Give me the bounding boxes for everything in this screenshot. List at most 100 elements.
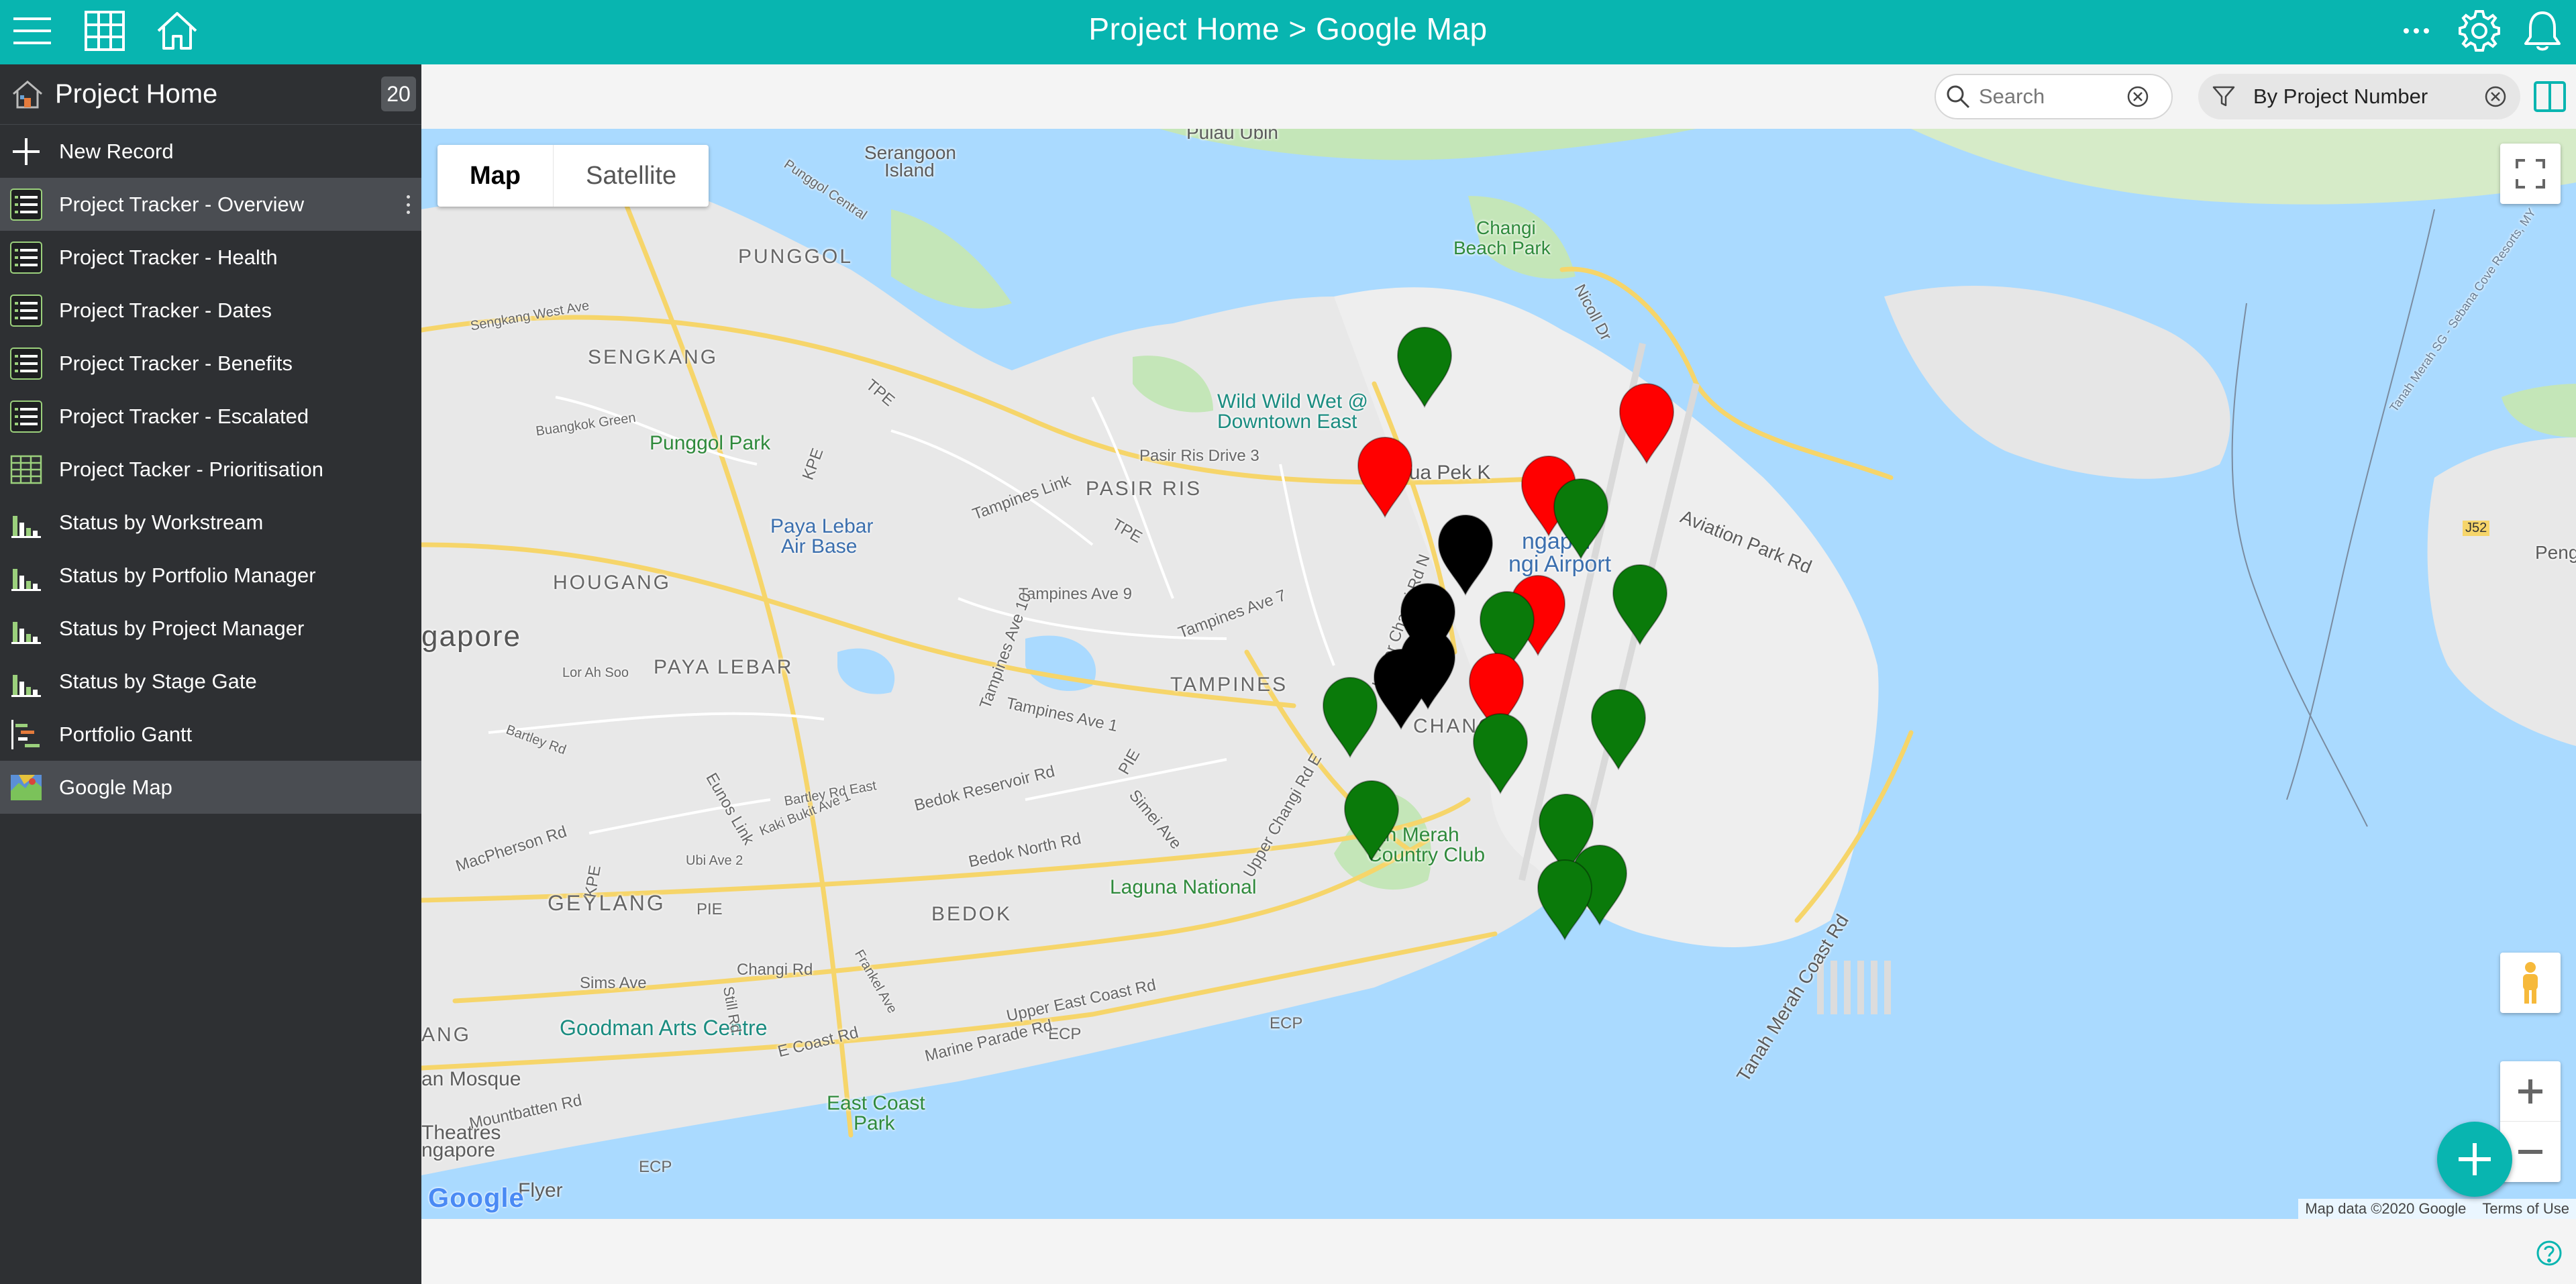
map-label: Ubi Ave 2 <box>686 853 743 868</box>
help-icon[interactable] <box>2536 1240 2563 1267</box>
clear-search-icon[interactable] <box>2126 85 2149 108</box>
google-logo-text: Google <box>428 1183 525 1213</box>
map-label: gapore <box>421 620 522 653</box>
sidebar-item-status-by-portfolio-manager[interactable]: Status by Portfolio Manager <box>0 549 421 602</box>
sidebar-item-status-by-project-manager[interactable]: Status by Project Manager <box>0 602 421 655</box>
sidebar-item-label: Google Map <box>59 775 172 799</box>
gear-icon[interactable] <box>2454 5 2505 56</box>
list-icon <box>8 186 44 223</box>
plus-icon <box>8 133 44 170</box>
pegman-icon <box>2523 962 2538 1004</box>
sidebar-item-label: Project Tracker - Overview <box>59 192 305 216</box>
bottom-bar <box>421 1219 2576 1284</box>
map-type-control: Map Satellite <box>437 145 709 207</box>
panel-toggle-icon[interactable] <box>2533 81 2567 113</box>
sidebar-item-project-tracker-health[interactable]: Project Tracker - Health <box>0 231 421 284</box>
sidebar-item-status-by-stage-gate[interactable]: Status by Stage Gate <box>0 655 421 708</box>
sidebar-title: Project Home <box>55 79 218 109</box>
search-box <box>1935 74 2173 119</box>
map-label: Park <box>854 1112 895 1134</box>
bell-icon[interactable] <box>2517 5 2568 56</box>
map-label: ANG <box>421 1024 472 1046</box>
sidebar-menu: New Record Project Tracker - Overview Pr… <box>0 125 421 814</box>
map-label: PUNGGOL <box>738 246 854 268</box>
bar-chart-icon <box>8 504 44 541</box>
map-label: ah Merah <box>1374 824 1459 846</box>
sidebar-item-project-tacker-prioritisation[interactable]: Project Tacker - Prioritisation <box>0 443 421 496</box>
map-label: J52 <box>2463 521 2490 536</box>
list-icon <box>8 239 44 276</box>
map-label: Changi Rd <box>737 961 813 979</box>
filter-label: By Project Number <box>2253 85 2428 108</box>
add-record-fab-button[interactable] <box>2437 1122 2512 1197</box>
project-home-icon <box>13 80 42 108</box>
map-label: Tampines Ave 9 <box>1019 585 1132 603</box>
map-icon <box>8 769 44 806</box>
more-icon[interactable] <box>2391 5 2442 56</box>
sidebar-item-label: Portfolio Gantt <box>59 722 193 746</box>
list-icon <box>8 292 44 329</box>
map-label: Lor Ah Soo <box>562 665 629 680</box>
sidebar: Project Home 20 New Record Project Track… <box>0 64 421 1284</box>
sidebar-item-label: Status by Workstream <box>59 510 264 534</box>
map-label: g Tua Pek K <box>1381 462 1491 484</box>
sidebar-item-label: Status by Stage Gate <box>59 669 257 693</box>
kebab-menu-icon[interactable] <box>405 195 411 214</box>
bar-chart-icon <box>8 557 44 594</box>
google-map[interactable]: Pulau Ubin Serangoon Island PUNGGOL SENG… <box>421 129 2576 1219</box>
map-label: Laguna National <box>1110 876 1257 898</box>
map-label: Downtown East <box>1217 411 1357 433</box>
map-label: Country Club <box>1368 844 1486 866</box>
sidebar-item-project-tracker-dates[interactable]: Project Tracker - Dates <box>0 284 421 337</box>
map-label: East Coast <box>827 1092 925 1114</box>
gantt-icon <box>8 716 44 753</box>
map-label: Pasir Ris Drive 3 <box>1139 447 1259 465</box>
map-label: Air Base <box>781 535 858 557</box>
sidebar-item-label: Status by Project Manager <box>59 616 305 640</box>
sidebar-item-google-map[interactable]: Google Map <box>0 761 421 814</box>
fullscreen-button[interactable] <box>2500 144 2561 204</box>
bar-chart-icon <box>8 610 44 647</box>
map-label: Beach Park <box>1453 237 1551 258</box>
street-view-pegman-button[interactable] <box>2500 953 2561 1013</box>
map-label: Peng <box>2535 542 2576 563</box>
filter-chip[interactable]: By Project Number <box>2198 74 2520 119</box>
map-label: HOUGANG <box>553 572 672 594</box>
plus-icon <box>2459 1143 2491 1175</box>
terms-of-use-link[interactable]: Terms of Use <box>2482 1200 2569 1218</box>
sidebar-item-label: Status by Portfolio Manager <box>59 563 316 587</box>
map-type-map-button[interactable]: Map <box>437 145 553 207</box>
map-label: Island <box>884 160 935 180</box>
list-icon <box>8 398 44 435</box>
search-input[interactable] <box>1979 85 2126 109</box>
sidebar-item-status-by-workstream[interactable]: Status by Workstream <box>0 496 421 549</box>
grid-icon <box>8 451 44 488</box>
map-label: Pulau Ubin <box>1186 129 1278 143</box>
sidebar-item-project-tracker-benefits[interactable]: Project Tracker - Benefits <box>0 337 421 390</box>
fullscreen-icon <box>2516 159 2545 189</box>
sidebar-item-portfolio-gantt[interactable]: Portfolio Gantt <box>0 708 421 761</box>
sidebar-item-label: Project Tracker - Dates <box>59 298 272 322</box>
map-label: CHANG <box>1413 715 1496 737</box>
sidebar-item-label: Project Tracker - Escalated <box>59 404 309 428</box>
zoom-in-button[interactable] <box>2500 1061 2561 1122</box>
sidebar-header[interactable]: Project Home 20 <box>0 64 421 125</box>
sidebar-item-label: New Record <box>59 139 174 163</box>
map-label: Flyer <box>518 1179 563 1201</box>
sidebar-item-label: Project Tracker - Benefits <box>59 351 293 375</box>
filter-bar: By Project Number <box>421 64 2576 129</box>
map-label: Punggol Park <box>650 432 771 454</box>
page-title: Project Home > Google Map <box>1088 11 1488 46</box>
clear-filter-icon[interactable] <box>2484 85 2507 108</box>
bar-chart-icon <box>8 663 44 700</box>
map-label: an Mosque <box>421 1068 521 1090</box>
sidebar-item-project-tracker-escalated[interactable]: Project Tracker - Escalated <box>0 390 421 443</box>
sidebar-item-project-tracker-overview[interactable]: Project Tracker - Overview <box>0 178 421 231</box>
map-label: SENGKANG <box>588 346 719 368</box>
map-label: ngapore <box>421 1139 496 1161</box>
map-type-satellite-button[interactable]: Satellite <box>553 145 709 207</box>
map-label: PIE <box>697 900 723 918</box>
map-label: Sims Ave <box>580 974 647 992</box>
sidebar-item-new-record[interactable]: New Record <box>0 125 421 178</box>
map-label: BEDOK <box>931 903 1013 925</box>
